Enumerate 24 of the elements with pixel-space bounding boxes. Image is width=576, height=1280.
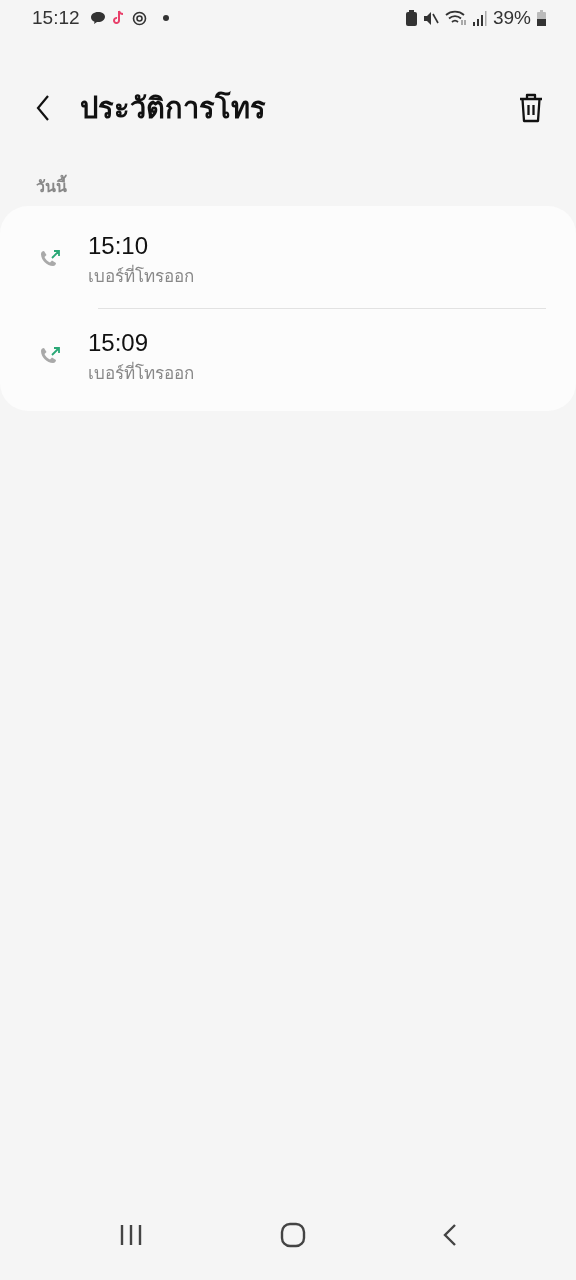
battery-percent: 39% [492,7,531,29]
battery-saver-icon [405,10,417,26]
sync-circle-icon [131,10,147,26]
call-type-label: เบอร์ที่โทรออก [88,360,194,385]
back-button[interactable] [36,94,50,122]
battery-icon [537,10,546,26]
call-log-item[interactable]: 15:09 เบอร์ที่โทรออก [0,309,576,405]
home-button[interactable] [280,1222,306,1248]
chat-bubble-icon [89,11,106,25]
call-type-label: เบอร์ที่โทรออก [88,263,194,288]
signal-icon [472,10,487,26]
call-time: 15:09 [88,328,149,357]
wifi-icon [444,10,467,26]
page-title: ประวัติการโทร [80,90,267,127]
dot-icon [162,15,169,21]
back-nav-button[interactable] [443,1223,458,1247]
music-note-icon [111,10,126,26]
call-time: 15:10 [88,231,149,260]
mute-icon [422,10,439,26]
recent-apps-button[interactable] [118,1224,143,1246]
call-log-item[interactable]: 15:10 เบอร์ที่โทรออก [0,212,576,308]
section-label: วันนี้ [36,174,67,204]
delete-button[interactable] [518,93,544,123]
status-time: 15:12 [32,7,80,29]
